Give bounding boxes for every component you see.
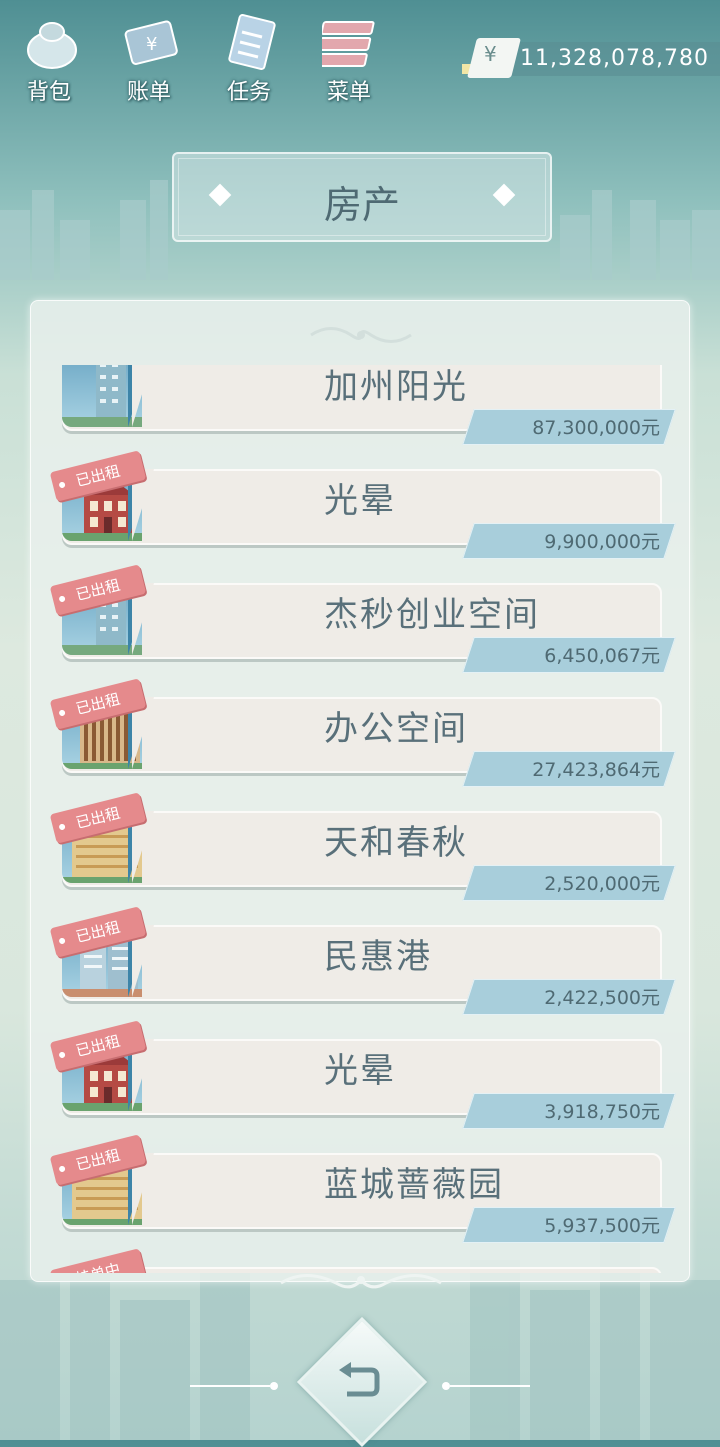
- list-item[interactable]: 已出租 蓝城蔷薇园 5,937,500元: [50, 1134, 680, 1265]
- property-name: 天和春秋: [324, 823, 468, 863]
- property-name: 杰秒创业空间: [324, 595, 540, 635]
- list-item[interactable]: 已出租 民惠港 2,422,500元: [50, 906, 680, 1037]
- menu-icon: [322, 21, 375, 67]
- property-name: 办公空间: [324, 709, 468, 749]
- list-item[interactable]: 已出租 光晕 3,918,750元: [50, 1020, 680, 1151]
- ornament-bottom-icon: [280, 1274, 442, 1289]
- list-item[interactable]: 已出租 办公空间 27,423,864元: [50, 678, 680, 809]
- list-item[interactable]: 已出租 天和春秋 2,520,000元: [50, 792, 680, 923]
- list-item[interactable]: 已出租 杰秒创业空间 6,450,067元: [50, 564, 680, 695]
- bill-icon: ¥: [124, 20, 178, 65]
- money-display: ¥ 11,328,078,780: [462, 38, 720, 78]
- property-name: 光晕: [324, 1051, 396, 1091]
- bill-button[interactable]: ¥ 账单: [104, 8, 194, 105]
- property-price: 27,423,864元: [532, 759, 660, 781]
- property-price: 5,937,500元: [544, 1215, 660, 1237]
- list-item[interactable]: 已出租 光晕 9,900,000元: [50, 450, 680, 581]
- yen-icon: ¥: [484, 42, 497, 66]
- bill-label: 账单: [126, 80, 171, 105]
- backpack-label: 背包: [26, 80, 71, 105]
- menu-label: 菜单: [326, 80, 371, 105]
- property-price: 3,918,750元: [544, 1101, 660, 1123]
- property-price: 9,900,000元: [544, 531, 660, 553]
- property-name: 蓝城蔷薇园: [324, 1165, 504, 1205]
- money-value: 11,328,078,780: [520, 46, 709, 71]
- backpack-icon: [27, 22, 77, 69]
- property-name: 民惠港: [324, 937, 432, 977]
- card-accent-inner: [132, 365, 154, 427]
- page-title-box: 房产: [172, 152, 552, 242]
- backpack-button[interactable]: 背包: [4, 8, 94, 105]
- menu-button[interactable]: 菜单: [304, 8, 394, 105]
- svg-text:¥: ¥: [146, 34, 157, 55]
- property-price: 2,422,500元: [544, 987, 660, 1009]
- task-label: 任务: [226, 80, 271, 105]
- property-list[interactable]: 加州阳光 87,300,000元 已出租 光晕 9,900,000元 已出租 杰…: [50, 365, 680, 1273]
- top-toolbar: 背包 ¥ 账单 任务 菜单 ¥ 11,328,078,780: [0, 0, 720, 110]
- back-arrow-icon: [339, 1362, 380, 1397]
- property-price: 2,520,000元: [544, 873, 660, 895]
- property-name: 加州阳光: [324, 367, 468, 407]
- task-icon: [228, 13, 276, 71]
- property-price: 6,450,067元: [544, 645, 660, 667]
- property-price: 87,300,000元: [532, 417, 660, 439]
- task-button[interactable]: 任务: [204, 8, 294, 105]
- ornament-top-icon: [310, 327, 412, 343]
- decor-line-left-icon: [190, 1382, 278, 1390]
- page-title: 房产: [323, 183, 400, 227]
- property-name: 光晕: [324, 481, 396, 521]
- decor-line-right-icon: [442, 1382, 530, 1390]
- list-item[interactable]: 加州阳光 87,300,000元: [50, 365, 680, 467]
